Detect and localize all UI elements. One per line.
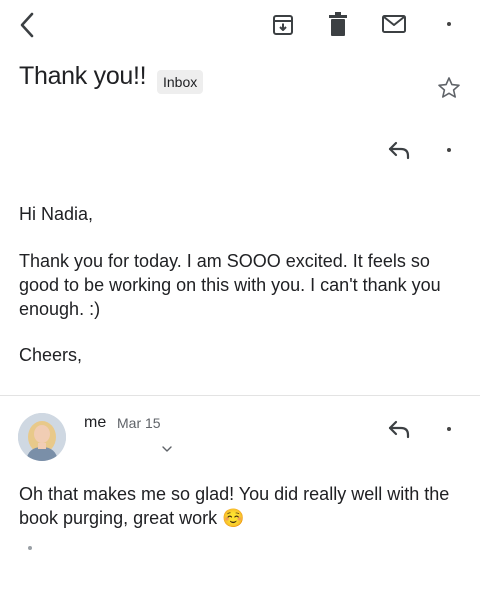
back-button[interactable] xyxy=(12,8,42,42)
avatar-photo xyxy=(18,413,66,461)
more-horizontal-icon xyxy=(447,22,451,26)
delete-button[interactable] xyxy=(324,9,352,39)
show-trimmed-content-button[interactable] xyxy=(16,540,44,556)
message-greeting: Hi Nadia, xyxy=(19,204,94,224)
archive-button[interactable] xyxy=(268,10,298,40)
message-more-button-2[interactable] xyxy=(432,418,466,440)
message-date: Mar 15 xyxy=(117,415,161,431)
reply-icon xyxy=(388,420,410,439)
star-icon xyxy=(438,77,460,98)
chevron-down-icon xyxy=(162,445,172,452)
more-button[interactable] xyxy=(432,12,466,36)
more-horizontal-icon xyxy=(447,427,451,431)
message-more-button[interactable] xyxy=(432,139,466,161)
reply-button-2[interactable] xyxy=(384,415,414,443)
inbox-label-badge[interactable]: Inbox xyxy=(157,70,204,94)
subject-title: Thank you!! xyxy=(19,62,147,90)
details-expand-button[interactable] xyxy=(158,442,176,456)
avatar[interactable] xyxy=(18,413,66,461)
archive-icon xyxy=(273,15,293,35)
reply-icon xyxy=(388,141,410,160)
reply-button[interactable] xyxy=(384,136,414,164)
ellipsis-icon xyxy=(28,546,32,550)
message-paragraph: Thank you for today. I am SOOO excited. … xyxy=(19,251,441,319)
trash-icon xyxy=(329,12,347,36)
message-signoff: Cheers, xyxy=(19,345,83,365)
envelope-icon xyxy=(382,15,406,33)
sender-name: me xyxy=(84,414,107,431)
star-button[interactable] xyxy=(434,73,464,103)
more-horizontal-icon xyxy=(447,148,451,152)
reply-message-body: Oh that makes me so glad! You did really… xyxy=(19,484,450,528)
chevron-left-icon xyxy=(20,12,34,38)
mark-unread-button[interactable] xyxy=(378,10,410,38)
message-divider xyxy=(0,395,480,396)
